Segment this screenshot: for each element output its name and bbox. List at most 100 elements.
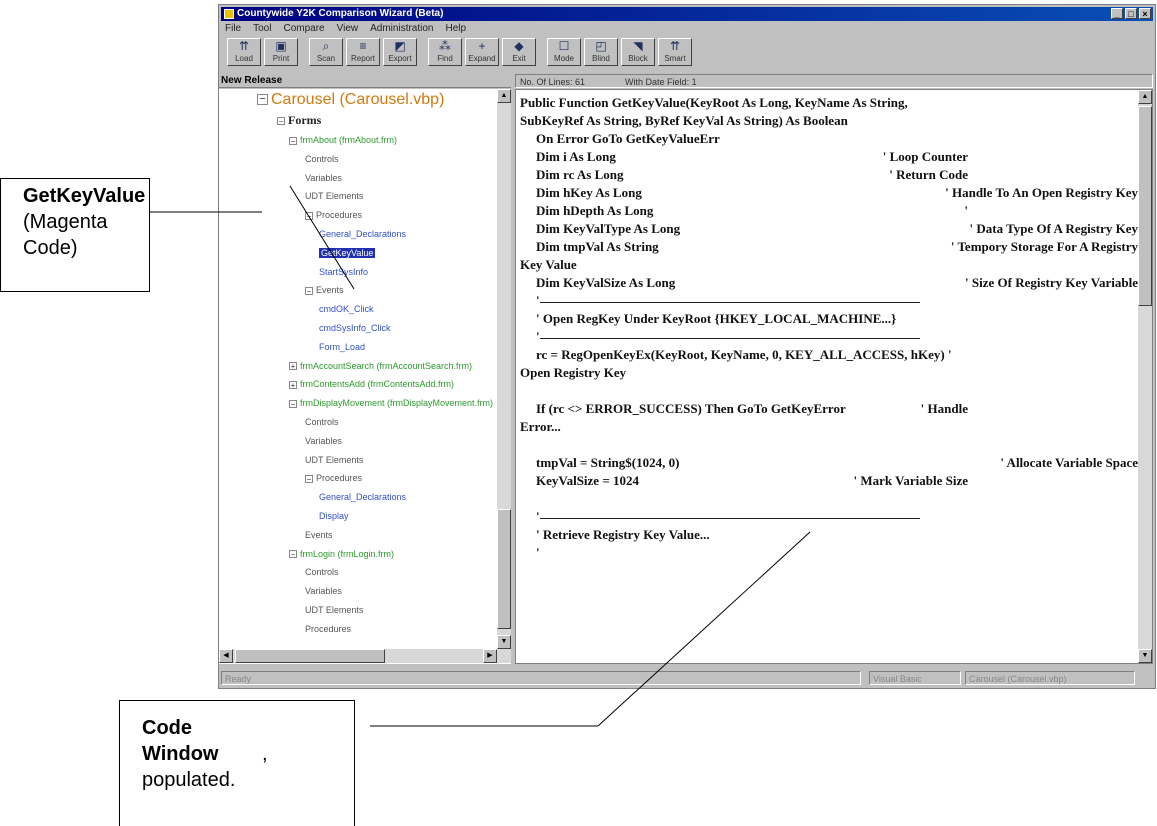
- scroll-down-icon[interactable]: ▼: [1138, 649, 1152, 663]
- tree-node-label: Procedures: [316, 473, 363, 484]
- tree-node-label: frmLogin (frmLogin.frm): [300, 548, 395, 559]
- tree-node-label: frmDisplayMovement (frmDisplayMovement.f…: [300, 398, 494, 409]
- tree-node[interactable]: Procedures: [305, 624, 351, 634]
- code-line: ' Open RegKey Under KeyRoot {HKEY_LOCAL_…: [520, 310, 1138, 328]
- expand-icon[interactable]: +: [289, 381, 297, 390]
- tree-node[interactable]: cmdOK_Click: [319, 304, 374, 314]
- tree-node[interactable]: Form_Load: [319, 342, 365, 352]
- collapse-icon[interactable]: −: [289, 550, 297, 559]
- scroll-down-icon[interactable]: ▼: [497, 635, 511, 649]
- tree-node[interactable]: Variables: [305, 173, 342, 183]
- scroll-thumb[interactable]: [235, 649, 385, 663]
- scroll-thumb[interactable]: [497, 509, 511, 629]
- tree-node[interactable]: Events: [305, 530, 333, 540]
- toolbar-smart-button[interactable]: ⇈ Smart: [658, 38, 692, 66]
- menu-file[interactable]: File: [225, 22, 241, 36]
- toolbar-block-button[interactable]: ◥ Block: [621, 38, 655, 66]
- report-icon: ≡: [359, 39, 367, 53]
- scroll-thumb[interactable]: [1138, 106, 1152, 306]
- tree-node[interactable]: − Events: [305, 285, 344, 296]
- tree-node-label: StartSysInfo: [319, 266, 369, 277]
- scroll-up-icon[interactable]: ▲: [497, 89, 511, 103]
- toolbar-load-button[interactable]: ⇈ Load: [227, 38, 261, 66]
- toolbar-label: Load: [235, 54, 253, 63]
- collapse-icon[interactable]: −: [277, 117, 285, 126]
- scroll-right-icon[interactable]: ▶: [483, 649, 497, 663]
- toolbar-exit-button[interactable]: ◆ Exit: [502, 38, 536, 66]
- callout-title: GetKeyValue: [23, 185, 146, 207]
- menu-compare[interactable]: Compare: [283, 22, 324, 36]
- minimize-button[interactable]: _: [1111, 8, 1123, 19]
- toolbar-find-button[interactable]: ⁂ Find: [428, 38, 462, 66]
- collapse-icon[interactable]: −: [289, 136, 297, 145]
- maximize-button[interactable]: □: [1125, 8, 1137, 19]
- tree-node[interactable]: General_Declarations: [319, 229, 406, 239]
- tree-node[interactable]: + frmContentsAdd (frmContentsAdd.frm): [289, 379, 454, 390]
- collapse-icon[interactable]: −: [305, 475, 313, 484]
- collapse-icon[interactable]: −: [305, 211, 313, 220]
- code-line: tmpVal = String$(1024, 0) ' Allocate Vari…: [520, 454, 1138, 472]
- code-vertical-scrollbar[interactable]: ▲ ▼: [1138, 90, 1152, 663]
- tree-node[interactable]: Controls: [305, 567, 339, 577]
- tree-node-label: Procedures: [305, 623, 352, 634]
- menu-help[interactable]: Help: [445, 22, 466, 36]
- collapse-icon[interactable]: −: [289, 399, 297, 408]
- menu-view[interactable]: View: [337, 22, 359, 36]
- tree-node[interactable]: − Procedures: [305, 210, 362, 220]
- toolbar-expand-button[interactable]: + Expand: [465, 38, 499, 66]
- tree-root[interactable]: − Carousel (Carousel.vbp): [257, 91, 444, 109]
- callout-body: (Magenta Code): [23, 211, 108, 259]
- code-comment: ' Tempory Storage For A Registry: [950, 239, 1138, 254]
- code-window[interactable]: Public Function GetKeyValue(KeyRoot As L…: [515, 89, 1153, 664]
- tree-node[interactable]: UDT Elements: [305, 455, 363, 465]
- tree-vertical-scrollbar[interactable]: ▲ ▼: [497, 89, 511, 649]
- comment-rule: [539, 517, 920, 519]
- tree-node[interactable]: General_Declarations: [319, 492, 406, 502]
- tree-forms-label: Forms: [288, 113, 322, 127]
- tree-node-label: frmAccountSearch (frmAccountSearch.frm): [300, 360, 473, 371]
- code-line: Dim tmpVal As String ' Tempory Storage Fo…: [520, 238, 1138, 256]
- code-statement: ': [536, 509, 540, 524]
- tree-node[interactable]: − frmDisplayMovement (frmDisplayMovement.…: [289, 398, 493, 408]
- menu-tool[interactable]: Tool: [253, 22, 271, 36]
- scroll-up-icon[interactable]: ▲: [1138, 90, 1152, 104]
- tree-node[interactable]: StartSysInfo: [319, 267, 368, 277]
- tree-node[interactable]: Variables: [305, 586, 342, 596]
- code-line: ': [520, 544, 1138, 562]
- tree-forms[interactable]: − Forms: [277, 113, 321, 128]
- collapse-icon[interactable]: −: [305, 287, 313, 296]
- tree-node[interactable]: − Procedures: [305, 473, 363, 484]
- comment-rule: [539, 301, 920, 303]
- tree-node[interactable]: + frmAccountSearch (frmAccountSearch.frm): [289, 361, 472, 371]
- tree-node[interactable]: Display: [319, 511, 349, 521]
- tree-node[interactable]: GetKeyValue: [319, 247, 376, 258]
- toolbar-export-button[interactable]: ◩ Export: [383, 38, 417, 66]
- toolbar-blind-button[interactable]: ◰ Blind: [584, 38, 618, 66]
- code-statement: Dim KeyValType As Long: [536, 221, 681, 236]
- tree-node[interactable]: cmdSysInfo_Click: [319, 323, 391, 333]
- menu-administration[interactable]: Administration: [370, 22, 433, 36]
- tree-horizontal-scrollbar[interactable]: ◀ ▶: [219, 649, 511, 663]
- code-line: KeyValSize = 1024 ' Mark Variable Size: [520, 472, 1138, 490]
- tree-node[interactable]: Controls: [305, 154, 339, 164]
- toolbar-report-button[interactable]: ≡ Report: [346, 38, 380, 66]
- code-comment: ' Loop Counter: [882, 149, 968, 164]
- toolbar-mode-button[interactable]: ☐ Mode: [547, 38, 581, 66]
- expand-icon[interactable]: +: [289, 362, 297, 371]
- toolbar-print-button[interactable]: ▣ Print: [264, 38, 298, 66]
- tree-node[interactable]: UDT Elements: [305, 605, 363, 615]
- close-button[interactable]: ×: [1139, 8, 1151, 19]
- code-statement: ' Retrieve Registry Key Value...: [536, 527, 710, 542]
- getkeyvalue-callout: GetKeyValue (Magenta Code): [0, 178, 150, 292]
- tree-node[interactable]: − frmLogin (frmLogin.frm): [289, 549, 394, 559]
- tree-node[interactable]: − frmAbout (frmAbout.frm): [289, 135, 397, 145]
- scan-icon: ⌕: [322, 39, 330, 53]
- tree-node[interactable]: Controls: [305, 417, 339, 427]
- toolbar-scan-button[interactable]: ⌕ Scan: [309, 38, 343, 66]
- tree-node[interactable]: UDT Elements: [305, 191, 363, 201]
- scroll-left-icon[interactable]: ◀: [219, 649, 233, 663]
- tree-node[interactable]: Variables: [305, 436, 342, 446]
- left-pane-header: New Release: [219, 74, 511, 88]
- collapse-icon[interactable]: −: [257, 94, 268, 106]
- code-statement: Dim hKey As Long: [536, 185, 642, 200]
